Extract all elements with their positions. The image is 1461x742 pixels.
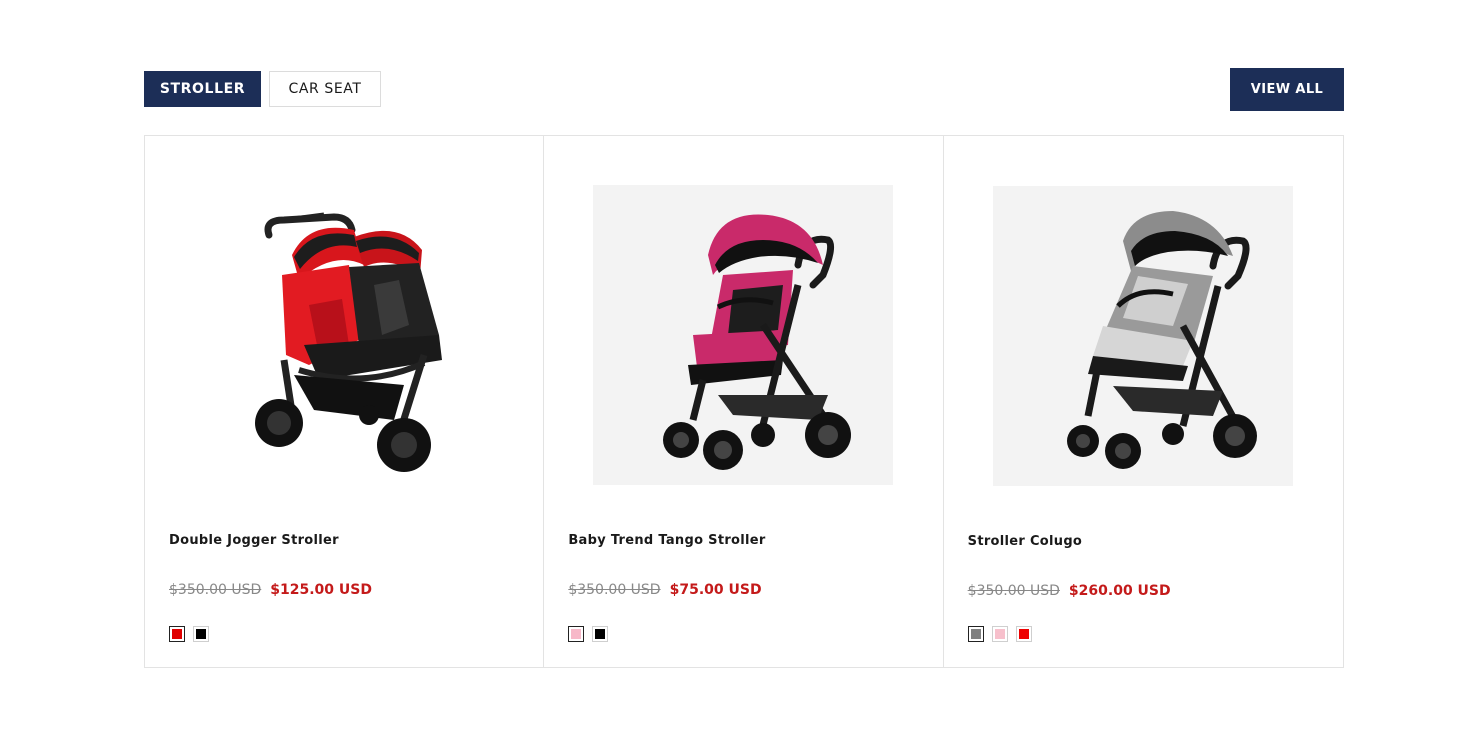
sale-price: $125.00 USD <box>270 582 372 598</box>
product-image[interactable] <box>194 185 494 485</box>
compare-price: $350.00 USD <box>568 582 661 598</box>
color-swatches <box>568 626 609 642</box>
tab-stroller[interactable]: STROLLER <box>144 71 261 107</box>
grey-stroller-icon <box>1066 211 1257 469</box>
color-swatch-black[interactable] <box>193 626 209 642</box>
pink-stroller-icon <box>663 214 852 470</box>
color-swatch-pink[interactable] <box>991 626 1008 642</box>
sale-price: $75.00 USD <box>669 582 762 598</box>
price-row: $350.00 USD $125.00 USD <box>169 582 372 598</box>
tab-car-seat[interactable]: CAR SEAT <box>269 71 381 107</box>
product-image[interactable] <box>992 186 1293 486</box>
product-card: Baby Trend Tango Stroller $350.00 USD $7… <box>544 136 944 667</box>
color-swatches <box>967 626 1032 642</box>
price-row: $350.00 USD $75.00 USD <box>568 582 761 598</box>
product-card: Double Jogger Stroller $350.00 USD $125.… <box>145 136 545 667</box>
price-row: $350.00 USD $260.00 USD <box>968 583 1171 599</box>
color-swatch-grey[interactable] <box>967 626 984 642</box>
product-title[interactable]: Double Jogger Stroller <box>169 533 339 548</box>
color-swatch-red[interactable] <box>169 626 185 642</box>
color-swatches <box>169 626 209 642</box>
color-swatch-red[interactable] <box>1015 626 1032 642</box>
compare-price: $350.00 USD <box>967 583 1060 599</box>
sale-price: $260.00 USD <box>1068 583 1171 599</box>
product-card: Stroller Colugo $350.00 USD $260.00 USD <box>944 136 1343 667</box>
compare-price: $350.00 USD <box>169 582 262 598</box>
twin-jogger-stroller-icon <box>255 212 442 472</box>
view-all-button[interactable]: VIEW ALL <box>1230 68 1344 111</box>
product-title[interactable]: Stroller Colugo <box>968 534 1083 549</box>
color-swatch-black[interactable] <box>592 626 609 642</box>
product-image[interactable] <box>593 185 894 485</box>
color-swatch-pink[interactable] <box>568 626 585 642</box>
product-grid: Double Jogger Stroller $350.00 USD $125.… <box>144 135 1344 668</box>
product-title[interactable]: Baby Trend Tango Stroller <box>568 533 765 548</box>
